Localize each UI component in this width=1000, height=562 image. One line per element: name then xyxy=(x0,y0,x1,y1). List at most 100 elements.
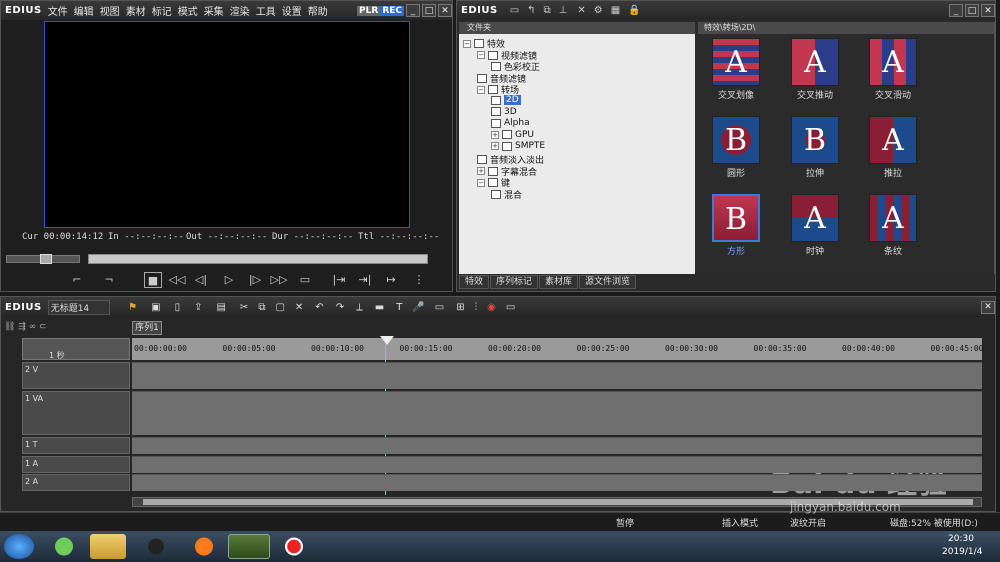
transition-thumbnail-icon[interactable]: A xyxy=(791,194,839,242)
effects-tab[interactable]: 源文件浏览 xyxy=(579,275,637,289)
transition-thumbnail-icon[interactable]: B xyxy=(712,194,760,242)
transition-thumbnail-icon[interactable]: A xyxy=(869,38,917,86)
delete-icon[interactable]: ✕ xyxy=(577,5,585,16)
fast-forward-icon[interactable]: ▷▷ xyxy=(270,272,288,288)
title-icon[interactable]: T xyxy=(396,302,402,313)
copy-icon[interactable]: ⧉ xyxy=(544,5,551,16)
timeline-ruler[interactable]: 00:00:00:00 00:00:05:00 00:00:10:00 00:00:1… xyxy=(132,338,983,360)
effects-maximize-icon[interactable]: □ xyxy=(965,4,979,17)
file-explorer-icon[interactable] xyxy=(90,534,126,559)
menu-item[interactable]: 视图 xyxy=(100,7,120,18)
tree-node[interactable]: 混合 xyxy=(491,188,522,201)
insert-mode[interactable]: 插入模式 xyxy=(722,516,758,529)
mark-out-icon[interactable]: ¬ xyxy=(100,272,118,288)
track-header[interactable]: 2 V xyxy=(22,362,130,389)
mark-in-icon[interactable]: ⌐ xyxy=(68,272,86,288)
app-360-icon[interactable] xyxy=(46,534,82,559)
transition-thumbnail-icon[interactable]: B xyxy=(712,116,760,164)
recorder-icon[interactable] xyxy=(276,534,312,559)
transition-thumbnail-icon[interactable]: B xyxy=(791,116,839,164)
track-lane[interactable] xyxy=(132,474,982,491)
close-icon[interactable]: ✕ xyxy=(438,4,452,17)
play-icon[interactable]: ▷ xyxy=(220,272,238,288)
menu-item[interactable]: 帮助 xyxy=(308,7,328,18)
grid-scrollbar[interactable] xyxy=(994,22,996,274)
firefox-icon[interactable] xyxy=(186,534,222,559)
timescale-select[interactable]: 1 秒 xyxy=(49,350,65,361)
apply-icon[interactable]: ⊥ xyxy=(559,5,568,16)
maximize-icon[interactable]: □ xyxy=(422,4,436,17)
expand-icon[interactable]: + xyxy=(477,167,485,176)
effects-tab[interactable]: 特效 xyxy=(459,275,490,289)
menu-item[interactable]: 标记 xyxy=(152,7,172,18)
expand-icon[interactable]: − xyxy=(477,85,485,94)
copy-clip-icon[interactable]: ⧉ xyxy=(258,302,265,313)
layout-icon[interactable]: ▭ xyxy=(506,302,515,313)
sequence-tab[interactable]: 序列1 xyxy=(132,321,162,335)
minimize-icon[interactable]: _ xyxy=(406,4,420,17)
transition-thumbnail-icon[interactable]: A xyxy=(869,116,917,164)
track-lane[interactable] xyxy=(132,362,982,389)
redo-icon[interactable]: ↷ xyxy=(336,302,344,313)
menu-item[interactable]: 素材 xyxy=(126,7,146,18)
rewind-icon[interactable]: ◁◁ xyxy=(168,272,186,288)
step-back-icon[interactable]: ◁| xyxy=(192,272,210,288)
microphone-icon[interactable]: 🎤 xyxy=(412,302,424,313)
expand-icon[interactable]: − xyxy=(477,178,485,187)
cut-icon[interactable]: ✂ xyxy=(240,302,248,313)
overwrite-icon[interactable]: ⇥| xyxy=(356,272,374,288)
playhead-marker[interactable] xyxy=(380,336,394,345)
expand-icon[interactable]: − xyxy=(477,51,485,60)
stop-icon[interactable]: ■ xyxy=(144,272,162,288)
expand-icon[interactable]: + xyxy=(491,130,499,139)
ripple-mode[interactable]: 波纹开启 xyxy=(790,516,826,529)
replace-icon[interactable]: ↦ xyxy=(382,272,400,288)
qq-icon[interactable] xyxy=(138,534,174,559)
mixer-icon[interactable]: ⫶ xyxy=(475,302,478,313)
lock-icon[interactable]: 🔒 xyxy=(628,5,640,16)
properties-icon[interactable]: ⚙ xyxy=(594,5,603,16)
delete-clip-icon[interactable]: ✕ xyxy=(295,302,303,313)
menu-item[interactable]: 设置 xyxy=(282,7,302,18)
menu-item[interactable]: 编辑 xyxy=(74,7,94,18)
sequence-icon[interactable]: ⚑ xyxy=(128,302,137,313)
menu-item[interactable]: 模式 xyxy=(178,7,198,18)
menu-item[interactable]: 文件 xyxy=(48,7,68,18)
paste-icon[interactable]: ▢ xyxy=(275,302,284,313)
edius-taskbar-icon[interactable] xyxy=(228,534,270,559)
expand-icon[interactable]: + xyxy=(491,142,499,151)
output-menu-icon[interactable]: ⋮ xyxy=(410,272,428,288)
effects-tab[interactable]: 素材库 xyxy=(539,275,579,289)
save-icon[interactable]: ▣ xyxy=(151,302,160,313)
save-project-icon[interactable]: ▤ xyxy=(216,302,225,313)
loop-icon[interactable]: ▭ xyxy=(296,272,314,288)
transition-thumbnail-icon[interactable]: A xyxy=(791,38,839,86)
grid-icon[interactable]: ⊞ xyxy=(456,302,464,313)
effects-tab[interactable]: 序列标记 xyxy=(490,275,539,289)
transition-thumbnail-icon[interactable]: A xyxy=(869,194,917,242)
track-header[interactable]: 1 T xyxy=(22,437,130,454)
effects-close-icon[interactable]: ✕ xyxy=(981,4,995,17)
timeline-slider[interactable] xyxy=(88,254,428,264)
track-lane[interactable] xyxy=(132,456,982,473)
step-forward-icon[interactable]: |▷ xyxy=(246,272,264,288)
rec-toggle[interactable]: REC xyxy=(380,5,404,16)
track-lane[interactable] xyxy=(132,437,982,454)
player-scrubber[interactable] xyxy=(6,252,446,266)
new-icon[interactable]: ▯ xyxy=(175,302,181,313)
track-tools[interactable]: ⛓ ⇶ ∞ ⊂ xyxy=(4,322,124,334)
open-icon[interactable]: ⇪ xyxy=(194,302,202,313)
trim-icon[interactable]: ▬ xyxy=(375,302,384,313)
render-icon[interactable]: ▭ xyxy=(435,302,444,313)
folder-icon[interactable]: ▭ xyxy=(510,5,519,16)
add-cut-icon[interactable]: ⟂ xyxy=(356,302,363,313)
menu-item[interactable]: 工具 xyxy=(256,7,276,18)
view-mode-icon[interactable]: ▦ xyxy=(611,5,620,16)
plr-toggle[interactable]: PLR xyxy=(357,5,381,16)
undo-icon[interactable]: ↶ xyxy=(315,302,323,313)
shuttle-handle[interactable] xyxy=(40,254,52,264)
tree-node[interactable]: + SMPTE xyxy=(491,141,545,151)
transition-thumbnail-icon[interactable]: A xyxy=(712,38,760,86)
tree-node[interactable]: 3D xyxy=(491,107,517,117)
insert-to-timeline-icon[interactable]: |⇥ xyxy=(330,272,348,288)
